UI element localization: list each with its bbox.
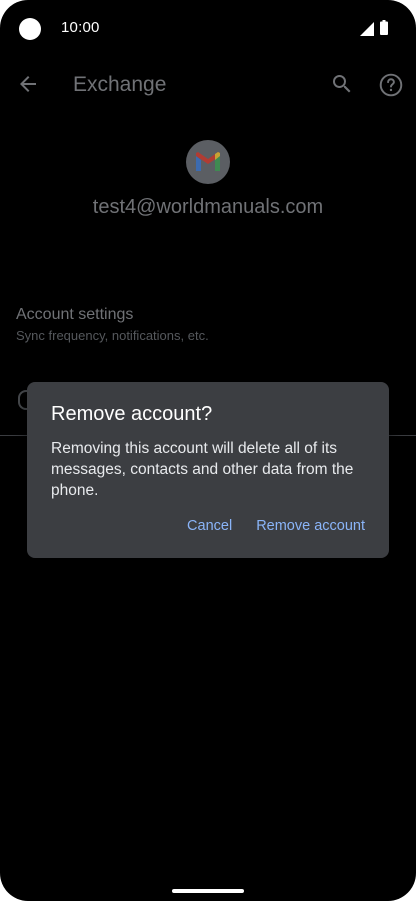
battery-icon bbox=[380, 20, 388, 35]
back-arrow-icon[interactable] bbox=[16, 72, 40, 96]
home-gesture-bar[interactable] bbox=[172, 889, 244, 893]
status-bar: 10:00 bbox=[0, 0, 416, 56]
gmail-icon bbox=[186, 140, 230, 184]
page-title: Exchange bbox=[73, 73, 167, 96]
signal-icon bbox=[360, 22, 374, 36]
dialog-message: Removing this account will delete all of… bbox=[51, 440, 354, 499]
help-icon[interactable] bbox=[378, 72, 404, 98]
phone-screen: 10:00 Exchange test4@worldmanuals.com Ac… bbox=[0, 0, 416, 901]
account-settings-item[interactable]: Account settings Sync frequency, notific… bbox=[16, 306, 396, 343]
app-bar: Exchange bbox=[0, 60, 416, 110]
search-icon[interactable] bbox=[330, 72, 354, 96]
camera-cutout-icon bbox=[19, 18, 41, 40]
settings-item-title: Account settings bbox=[16, 306, 134, 323]
account-email: test4@worldmanuals.com bbox=[92, 196, 324, 218]
dialog-actions: Cancel Remove account bbox=[187, 518, 365, 534]
remove-account-button[interactable]: Remove account bbox=[256, 518, 365, 534]
status-time: 10:00 bbox=[61, 19, 100, 36]
settings-item-subtitle: Sync frequency, notifications, etc. bbox=[16, 328, 209, 343]
dialog-title: Remove account? bbox=[51, 403, 213, 425]
cancel-button[interactable]: Cancel bbox=[187, 518, 232, 534]
remove-account-dialog: Remove account? Removing this account wi… bbox=[27, 382, 389, 558]
